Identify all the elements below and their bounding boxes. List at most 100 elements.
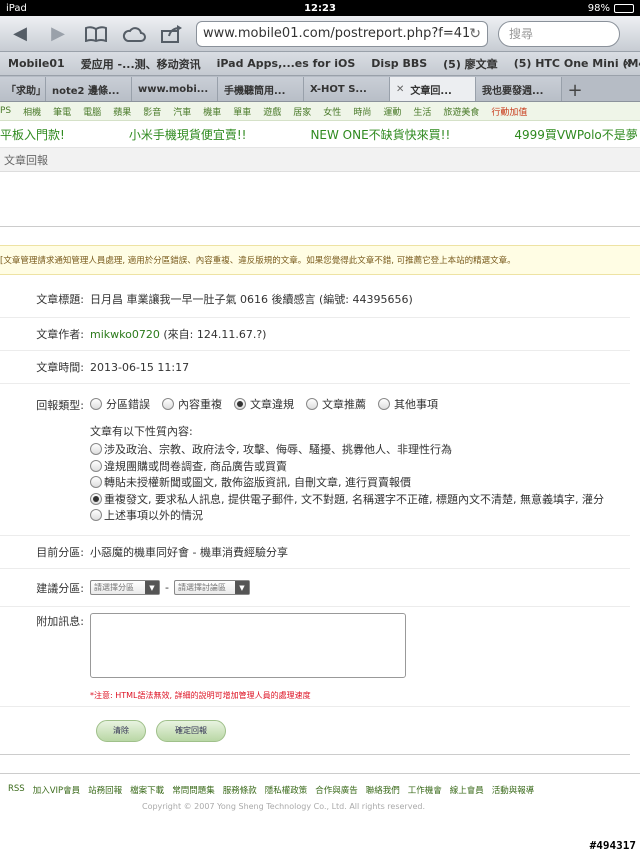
category-link[interactable]: 相機	[23, 105, 41, 118]
radio-button[interactable]	[162, 398, 174, 410]
close-tab-icon[interactable]: ✕	[396, 84, 404, 95]
icloud-tabs-icon[interactable]	[120, 21, 148, 47]
footer-link[interactable]: 加入VIP會員	[33, 784, 80, 796]
bookmark-item[interactable]: Disp BBS	[363, 57, 435, 70]
bookmark-item[interactable]: (5) HTC One Mini (M4)	[506, 57, 640, 70]
footer-link[interactable]: 活動與報導	[492, 784, 535, 796]
category-link[interactable]: PS	[0, 106, 11, 116]
category-link[interactable]: 運動	[383, 105, 401, 118]
board-select[interactable]: 請選擇分區 ▼	[90, 580, 160, 595]
chevron-down-icon: ▼	[145, 581, 159, 594]
reload-icon[interactable]: ↻	[469, 26, 481, 42]
radio-button[interactable]	[90, 509, 102, 522]
url-field[interactable]: www.mobile01.com/postreport.php?f=415&t=…	[196, 20, 488, 47]
category-link[interactable]: 旅遊美食	[443, 105, 479, 118]
category-link[interactable]: 電腦	[83, 105, 101, 118]
category-link-hot[interactable]: 行動加值	[491, 105, 527, 118]
category-link[interactable]: 遊戲	[263, 105, 281, 118]
footer-link[interactable]: 工作機會	[408, 784, 442, 796]
submit-report-button[interactable]: 確定回報	[156, 719, 226, 742]
violation-option-label: 涉及政治、宗教、政府法令, 攻擊、侮辱、騷擾、挑釁他人、非理性行為	[104, 443, 452, 457]
category-link[interactable]: 蘋果	[113, 105, 131, 118]
tab-label: 我也要發週...	[482, 85, 544, 97]
violation-option[interactable]: 重複發文, 要求私人訊息, 提供電子郵件, 文不對題, 名稱選字不正確, 標題內…	[90, 491, 630, 508]
browser-tab[interactable]: www.mobi...	[132, 77, 218, 101]
category-link[interactable]: 單車	[233, 105, 251, 118]
radio-button[interactable]	[90, 459, 102, 472]
violation-options: 涉及政治、宗教、政府法令, 攻擊、侮辱、騷擾、挑釁他人、非理性行為 違規團購或問卷…	[90, 441, 630, 524]
extra-message-row: 附加訊息: *注意: HTML語法無效, 詳細的說明可增加管理人員的處理速度	[0, 607, 630, 707]
category-link[interactable]: 生活	[413, 105, 431, 118]
category-link[interactable]: 影音	[143, 105, 161, 118]
violation-option[interactable]: 上述事項以外的情況	[90, 507, 630, 524]
new-tab-button[interactable]: +	[562, 80, 588, 101]
radio-button[interactable]	[90, 398, 102, 410]
share-icon[interactable]	[158, 21, 186, 47]
current-board-label: 目前分區:	[36, 546, 84, 559]
author-link[interactable]: mikwko0720	[90, 328, 160, 341]
status-bar: iPad 12:23 98%	[0, 0, 640, 16]
category-link[interactable]: 時尚	[353, 105, 371, 118]
radio-button[interactable]	[90, 492, 102, 505]
forum-select[interactable]: 請選擇討論區 ▼	[173, 580, 250, 595]
radio-button[interactable]	[378, 398, 390, 410]
violation-option-label: 上述事項以外的情況	[104, 509, 203, 523]
category-link[interactable]: 居家	[293, 105, 311, 118]
browser-tab[interactable]: 我也要發週...	[476, 77, 562, 101]
browser-tab[interactable]: note2 邊條...	[46, 77, 132, 101]
category-link[interactable]: 機車	[203, 105, 221, 118]
current-board-row: 目前分區: 小惡魔的機車同好會 - 機車消費經驗分享	[0, 536, 630, 569]
promo-link[interactable]: 4999買VWPolo不是夢	[514, 126, 637, 143]
promo-link[interactable]: NEW ONE不缺貨快來買!!	[310, 126, 450, 143]
footer-link[interactable]: 隱私權政策	[265, 784, 308, 796]
promo-link[interactable]: 小米手機現貨便宜賣!!	[129, 126, 247, 143]
category-link[interactable]: 女性	[323, 105, 341, 118]
time-row: 文章時間: 2013-06-15 11:17	[0, 351, 630, 384]
report-type-option[interactable]: 文章違規	[234, 396, 294, 412]
violation-option[interactable]: 轉貼未授權新聞或圖文, 散佈盜版資訊, 自刪文章, 進行買賣報價	[90, 474, 630, 491]
radio-button[interactable]	[90, 476, 102, 489]
suggest-board-row: 建議分區: 請選擇分區 ▼ - 請選擇討論區 ▼	[0, 569, 630, 607]
back-button[interactable]: ◀	[6, 21, 34, 47]
search-input[interactable]: 搜尋	[498, 20, 620, 47]
browser-toolbar: ◀ ▶ www.mobile01.com/postreport.php?f=41…	[0, 16, 640, 52]
footer-link[interactable]: 常問問題集	[172, 784, 215, 796]
report-type-option[interactable]: 分區錯誤	[90, 396, 150, 412]
bookmark-item[interactable]: 爱应用 -...测、移动资讯	[73, 56, 209, 72]
violation-option[interactable]: 涉及政治、宗教、政府法令, 攻擊、侮辱、騷擾、挑釁他人、非理性行為	[90, 441, 630, 458]
time-value: 2013-06-15 11:17	[90, 360, 190, 374]
footer-link[interactable]: 線上會員	[450, 784, 484, 796]
footer-link[interactable]: 合作與廣告	[315, 784, 358, 796]
category-link[interactable]: 汽車	[173, 105, 191, 118]
bookmarks-icon[interactable]	[82, 21, 110, 47]
browser-tab[interactable]: 「求助」...	[0, 77, 46, 101]
report-type-label: 回報類型:	[36, 399, 84, 412]
browser-tab[interactable]: X-HOT S...	[304, 77, 390, 101]
footer-link[interactable]: 檔案下載	[130, 784, 164, 796]
category-link[interactable]: 筆電	[53, 105, 71, 118]
bookmark-item[interactable]: iPad Apps,...es for iOS	[209, 57, 364, 70]
extra-message-textarea[interactable]	[90, 613, 406, 678]
bookmark-item[interactable]: (5) 廖文章	[435, 56, 506, 72]
report-type-option[interactable]: 內容重複	[162, 396, 222, 412]
tab-label: note2 邊條...	[52, 85, 120, 97]
author-label: 文章作者:	[36, 328, 84, 341]
browser-tab[interactable]: ✕ 文章回...	[390, 77, 476, 101]
footer-link[interactable]: 站務回報	[88, 784, 122, 796]
radio-button[interactable]	[234, 398, 246, 410]
violation-option[interactable]: 違規團購或問卷調查, 商品廣告或買賣	[90, 458, 630, 475]
forward-button[interactable]: ▶	[44, 21, 72, 47]
footer-link[interactable]: RSS	[8, 784, 25, 796]
footer-link[interactable]: 服務條款	[223, 784, 257, 796]
bookmark-item[interactable]: Mobile01	[0, 57, 73, 70]
radio-button[interactable]	[90, 443, 102, 456]
browser-tab[interactable]: 手機聽筒用...	[218, 77, 304, 101]
radio-button[interactable]	[306, 398, 318, 410]
promo-link[interactable]: 平板入門款!	[0, 126, 65, 143]
clear-button[interactable]: 清除	[96, 719, 146, 742]
report-type-option[interactable]: 其他事項	[378, 396, 438, 412]
tab-label: X-HOT S...	[310, 83, 367, 95]
bookmarks-more-icon[interactable]: »	[624, 56, 632, 71]
report-type-option[interactable]: 文章推薦	[306, 396, 366, 412]
footer-link[interactable]: 聯絡我們	[366, 784, 400, 796]
